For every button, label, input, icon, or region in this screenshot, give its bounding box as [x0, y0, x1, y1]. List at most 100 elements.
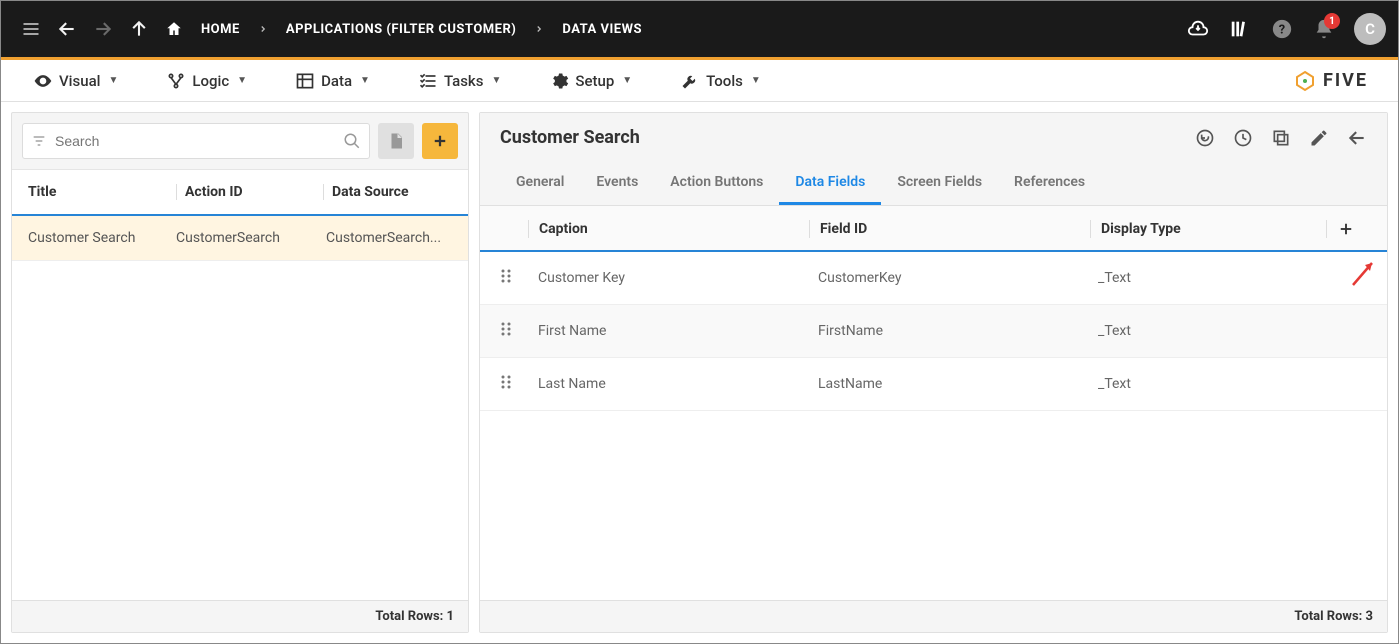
notification-badge: 1	[1324, 13, 1340, 29]
left-table: Title Action ID Data Source Customer Sea…	[12, 169, 468, 632]
table-row[interactable]: Customer KeyCustomerKey_Text	[480, 252, 1387, 305]
menu-label: Logic	[192, 72, 229, 90]
brand-logo: FIVE	[1293, 69, 1368, 93]
drag-handle-icon[interactable]	[500, 321, 512, 337]
col-header-caption[interactable]: Caption	[539, 221, 809, 237]
tab-references[interactable]: References	[998, 162, 1101, 205]
right-table-body: Customer KeyCustomerKey_TextFirst NameFi…	[480, 252, 1387, 411]
document-button[interactable]	[378, 123, 414, 159]
forward-icon	[85, 11, 121, 47]
cell-field-id: FirstName	[818, 323, 1088, 339]
left-panel: Title Action ID Data Source Customer Sea…	[11, 112, 469, 633]
breadcrumb-apps[interactable]: APPLICATIONS (FILTER CUSTOMER)	[276, 22, 527, 37]
col-header-title[interactable]: Title	[28, 184, 168, 200]
history-icon[interactable]	[1233, 128, 1253, 148]
brand-text: FIVE	[1323, 70, 1368, 91]
left-table-header: Title Action ID Data Source	[12, 170, 468, 216]
cell-display-type: _Text	[1098, 270, 1367, 286]
cell-caption: First Name	[538, 323, 808, 339]
menu-label: Tasks	[444, 72, 484, 90]
right-panel: Customer Search General Events Action Bu…	[479, 112, 1388, 633]
cell-display-type: _Text	[1098, 376, 1367, 392]
table-row[interactable]: Last Name LastName _Text	[480, 358, 1387, 411]
table-icon	[295, 71, 315, 91]
table-row[interactable]: First Name FirstName _Text	[480, 305, 1387, 358]
chevron-down-icon: ▼	[360, 75, 370, 86]
tab-screen-fields[interactable]: Screen Fields	[881, 162, 998, 205]
menu-tasks[interactable]: Tasks ▼	[406, 71, 513, 91]
copy-icon[interactable]	[1271, 128, 1291, 148]
back-icon[interactable]	[49, 11, 85, 47]
drag-handle-icon[interactable]	[500, 374, 512, 390]
cell-display-type: _Text	[1098, 323, 1367, 339]
back-arrow-icon[interactable]	[1347, 128, 1367, 148]
add-button[interactable]	[422, 123, 458, 159]
drag-handle-icon[interactable]	[500, 268, 512, 284]
cell-caption: Last Name	[538, 376, 808, 392]
library-icon[interactable]	[1222, 11, 1258, 47]
col-header-display-type[interactable]: Display Type	[1101, 221, 1326, 237]
chevron-right-icon	[254, 24, 272, 34]
main: Title Action ID Data Source Customer Sea…	[1, 102, 1398, 643]
right-table-footer: Total Rows: 3	[480, 600, 1387, 632]
logic-icon	[166, 71, 186, 91]
right-table-header: Caption Field ID Display Type	[480, 206, 1387, 252]
breadcrumb-dataviews[interactable]: DATA VIEWS	[552, 22, 652, 37]
notifications-icon[interactable]: 1	[1306, 11, 1342, 47]
menubar: Visual ▼ Logic ▼ Data ▼ Tasks ▼ Setup ▼ …	[1, 60, 1398, 102]
left-table-footer: Total Rows: 1	[12, 600, 468, 632]
chevron-down-icon: ▼	[108, 75, 118, 86]
menu-label: Visual	[59, 72, 100, 90]
tasks-icon	[418, 71, 438, 91]
searchbar	[12, 113, 468, 169]
help-icon[interactable]: ?	[1264, 11, 1300, 47]
breadcrumb-home[interactable]: HOME	[191, 22, 250, 37]
menu-visual[interactable]: Visual ▼	[21, 71, 130, 91]
table-row[interactable]: Customer Search CustomerSearch CustomerS…	[12, 216, 468, 261]
chevron-down-icon: ▼	[751, 75, 761, 86]
tools-icon	[680, 71, 700, 91]
right-panel-header: Customer Search	[480, 113, 1387, 162]
search-input[interactable]	[55, 133, 343, 149]
add-field-button[interactable]	[1337, 220, 1367, 238]
up-icon[interactable]	[121, 11, 157, 47]
tab-data-fields[interactable]: Data Fields	[779, 162, 881, 205]
svg-text:?: ?	[1279, 23, 1285, 38]
menu-icon[interactable]	[13, 11, 49, 47]
menu-setup[interactable]: Setup ▼	[537, 71, 644, 91]
menu-label: Setup	[575, 72, 614, 90]
filter-icon	[31, 133, 47, 149]
col-header-data-source[interactable]: Data Source	[332, 184, 452, 200]
cell-data-source: CustomerSearch...	[326, 230, 452, 246]
cell-field-id: LastName	[818, 376, 1088, 392]
search-icon[interactable]	[343, 132, 361, 150]
chevron-right-icon	[530, 24, 548, 34]
tab-general[interactable]: General	[500, 162, 580, 205]
cloud-sync-icon[interactable]	[1180, 11, 1216, 47]
tabs: General Events Action Buttons Data Field…	[480, 162, 1387, 206]
menu-data[interactable]: Data ▼	[283, 71, 382, 91]
topbar: HOME APPLICATIONS (FILTER CUSTOMER) DATA…	[1, 1, 1398, 57]
right-actions	[1195, 128, 1367, 148]
cell-action-id: CustomerSearch	[176, 230, 326, 246]
tab-events[interactable]: Events	[580, 162, 654, 205]
avatar[interactable]: C	[1354, 13, 1386, 45]
menu-logic[interactable]: Logic ▼	[154, 71, 259, 91]
tab-action-buttons[interactable]: Action Buttons	[654, 162, 779, 205]
home-icon	[165, 20, 183, 38]
page-title: Customer Search	[500, 127, 640, 148]
eye-icon	[33, 71, 53, 91]
cell-title: Customer Search	[28, 230, 176, 246]
topbar-right: ? 1 C	[1180, 11, 1386, 47]
menu-label: Tools	[706, 72, 743, 90]
chevron-down-icon: ▼	[491, 75, 501, 86]
search-input-wrap[interactable]	[22, 123, 370, 159]
undo-icon[interactable]	[1195, 128, 1215, 148]
edit-icon[interactable]	[1309, 128, 1329, 148]
col-header-action-id[interactable]: Action ID	[185, 184, 315, 200]
chevron-down-icon: ▼	[622, 75, 632, 86]
gear-icon	[549, 71, 569, 91]
menu-tools[interactable]: Tools ▼	[668, 71, 773, 91]
col-header-field-id[interactable]: Field ID	[820, 221, 1090, 237]
breadcrumb: HOME APPLICATIONS (FILTER CUSTOMER) DATA…	[165, 20, 652, 38]
